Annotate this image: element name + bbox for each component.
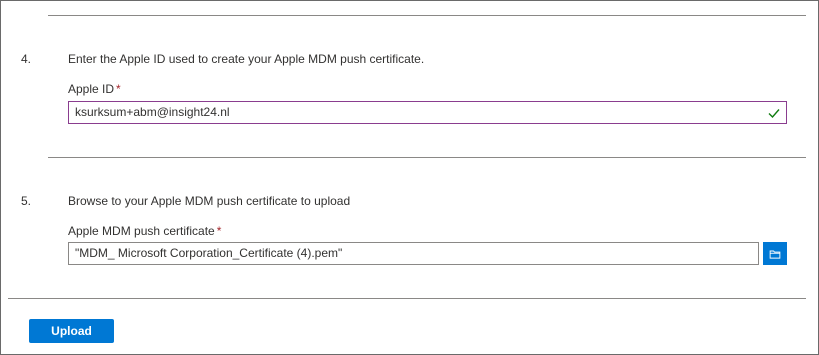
step-5-number: 5. xyxy=(21,194,32,208)
top-divider xyxy=(48,15,806,16)
step-4-number: 4. xyxy=(21,52,32,66)
required-indicator: * xyxy=(216,224,222,238)
footer-divider xyxy=(8,298,806,299)
browse-file-button[interactable] xyxy=(763,242,787,265)
certificate-file-value: "MDM_ Microsoft Corporation_Certificate … xyxy=(75,246,343,260)
checkmark-icon xyxy=(768,109,780,119)
step-5-instruction: Browse to your Apple MDM push certificat… xyxy=(68,194,351,208)
required-indicator: * xyxy=(116,82,121,96)
folder-icon xyxy=(769,250,781,259)
middle-divider xyxy=(48,157,806,158)
apple-id-label-text: Apple ID xyxy=(68,82,115,96)
certificate-label: Apple MDM push certificate * xyxy=(68,224,221,238)
certificate-upload-panel: 4. Enter the Apple ID used to create you… xyxy=(0,0,819,355)
step-4-instruction: Enter the Apple ID used to create your A… xyxy=(68,52,425,66)
upload-button[interactable]: Upload xyxy=(29,319,114,343)
apple-id-input[interactable]: ksurksum+abm@insight24.nl xyxy=(68,101,787,124)
certificate-file-input[interactable]: "MDM_ Microsoft Corporation_Certificate … xyxy=(68,242,759,265)
certificate-label-text: Apple MDM push certificate xyxy=(68,224,215,238)
apple-id-label: Apple ID * xyxy=(68,82,121,96)
apple-id-value: ksurksum+abm@insight24.nl xyxy=(75,105,230,119)
